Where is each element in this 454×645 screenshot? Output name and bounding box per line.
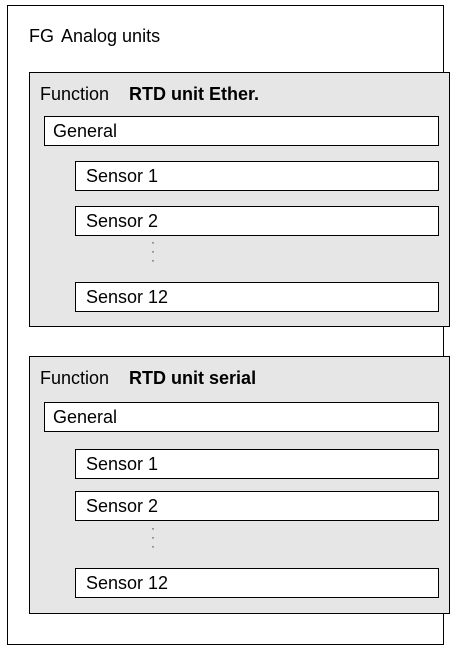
sensor-box: Sensor 2 <box>75 206 439 236</box>
sensor-box: Sensor 1 <box>75 161 439 191</box>
sensor-box: Sensor 1 <box>75 449 439 479</box>
function-box-rtd-serial: Function RTD unit serial General Sensor 1… <box>29 356 450 614</box>
function-title: Function RTD unit Ether. <box>40 84 259 104</box>
function-group-box: FG Analog units Function RTD unit Ether. G… <box>7 5 450 645</box>
function-name: RTD unit Ether. <box>129 84 260 104</box>
sensor-box: Sensor 12 <box>75 568 439 598</box>
function-keyword: Function <box>40 84 110 104</box>
general-box: General <box>44 116 439 146</box>
sensor-box: Sensor 2 <box>75 491 439 521</box>
general-box: General <box>44 402 439 432</box>
ellipsis-dots: · · · <box>151 235 155 267</box>
sensor-box: Sensor 12 <box>75 282 439 312</box>
function-title: Function RTD unit serial <box>40 368 256 388</box>
ellipsis-dots: · · · <box>151 521 155 553</box>
function-name: RTD unit serial <box>129 368 257 388</box>
function-box-rtd-ether: Function RTD unit Ether. General Sensor 1… <box>29 72 450 327</box>
function-group-title: FG Analog units <box>29 26 160 46</box>
function-group-name: Analog units <box>61 26 161 46</box>
function-keyword: Function <box>40 368 110 388</box>
function-group-keyword: FG <box>29 26 54 46</box>
